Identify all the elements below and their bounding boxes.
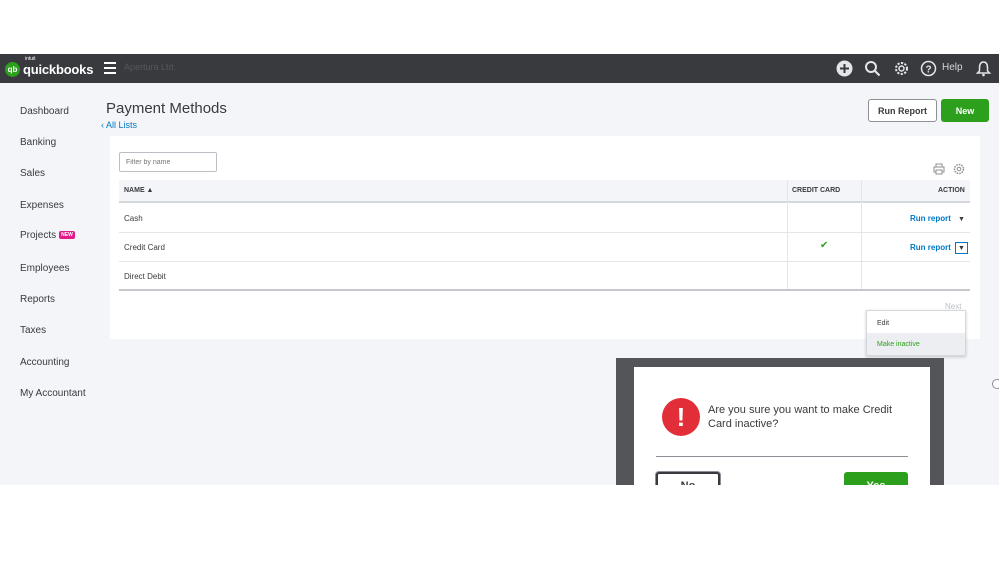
bell-icon[interactable] [974,59,992,77]
logo-intuit-text: intuit [25,56,36,62]
checkmark-icon: ✔ [820,240,829,251]
sidebar-item-expenses[interactable]: Expenses [20,200,64,211]
confirm-dialog: ! Are you sure you want to make Credit C… [634,367,930,485]
help-label[interactable]: Help [942,62,963,73]
run-report-link[interactable]: Run report [910,243,951,252]
sidebar-item-my-accountant[interactable]: My Accountant [20,388,86,399]
print-icon[interactable] [933,162,945,175]
sidebar-item-label: Projects [20,230,57,241]
table-header: NAME ▲ CREDIT CARD ACTION [119,180,970,203]
caret-down-icon[interactable]: ▼ [955,242,968,254]
sidebar: Dashboard Banking Sales Expenses Project… [0,83,96,485]
no-button[interactable]: No [656,472,720,485]
settings-gear-icon[interactable] [953,162,965,175]
top-bar: qb quickbooks intuit Apertura Ltd. ? Hel… [0,54,999,83]
all-lists-link[interactable]: ‹ All Lists [101,120,137,130]
sidebar-item-reports[interactable]: Reports [20,294,55,305]
caret-down-icon[interactable]: ▼ [955,213,968,225]
table-row: Direct Debit [119,262,970,291]
gear-icon[interactable] [892,59,910,77]
quickbooks-logo-icon: qb [5,61,20,77]
sidebar-item-sales[interactable]: Sales [20,168,45,179]
help-icon[interactable]: ? [919,59,937,77]
all-lists-label: All Lists [106,120,138,130]
new-button[interactable]: New [941,99,989,122]
sidebar-item-dashboard[interactable]: Dashboard [20,106,69,117]
logo-text: quickbooks [23,61,94,77]
run-report-button[interactable]: Run Report [868,99,937,122]
hamburger-menu-icon[interactable] [104,62,116,74]
sidebar-item-accounting[interactable]: Accounting [20,357,69,368]
dialog-divider [656,456,908,457]
dialog-message: Are you sure you want to make Credit Car… [708,404,893,430]
app-shell: qb quickbooks intuit Apertura Ltd. ? Hel… [0,54,999,485]
column-header-action: ACTION [938,187,965,194]
company-name: Apertura Ltd. [124,62,177,72]
sidebar-item-taxes[interactable]: Taxes [20,325,46,336]
svg-text:?: ? [925,64,931,75]
quickbooks-logo[interactable]: qb quickbooks intuit [5,56,94,79]
table-row: Credit Card ✔ Run report ▼ [119,233,970,262]
filter-input[interactable] [119,152,217,172]
alert-icon: ! [662,398,700,436]
yes-button[interactable]: Yes [844,472,908,485]
column-header-name[interactable]: NAME ▲ [124,187,153,194]
row-action-menu: Edit Make inactive [866,310,966,356]
sidebar-item-employees[interactable]: Employees [20,263,69,274]
sidebar-item-projects[interactable]: Projects NEW [20,230,75,241]
row-name: Credit Card [124,243,165,252]
sidebar-item-banking[interactable]: Banking [20,137,56,148]
plus-circle-icon[interactable] [835,59,853,77]
search-icon[interactable] [863,59,881,77]
scroll-handle[interactable] [992,379,999,389]
row-name: Direct Debit [124,272,166,281]
menu-item-make-inactive[interactable]: Make inactive [867,333,965,355]
new-badge: NEW [59,231,75,240]
run-report-link[interactable]: Run report [910,214,951,223]
column-header-credit-card: CREDIT CARD [792,187,841,194]
page-title: Payment Methods [106,100,227,117]
row-name: Cash [124,214,143,223]
payment-methods-card: NAME ▲ CREDIT CARD ACTION Cash Run repor… [110,136,980,339]
table-row: Cash Run report ▼ [119,204,970,233]
modal-overlay: ! Are you sure you want to make Credit C… [616,358,944,485]
menu-item-edit[interactable]: Edit [867,312,965,334]
